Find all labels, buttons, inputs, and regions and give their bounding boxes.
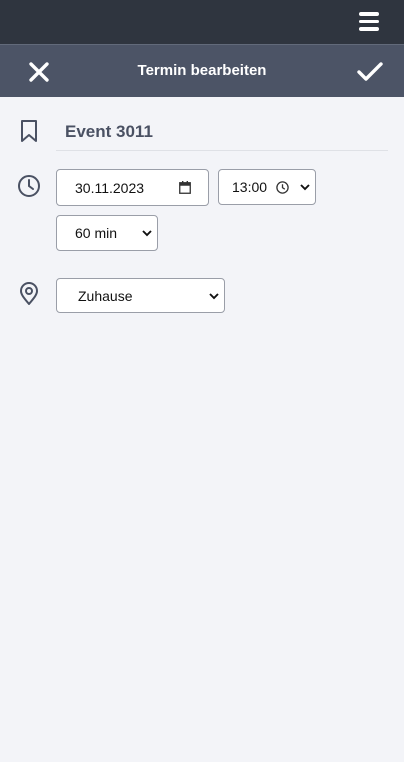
duration-value: 60 min (75, 225, 118, 241)
event-title[interactable]: Event 3011 (56, 113, 388, 151)
chevron-down-icon (300, 184, 310, 191)
clock-icon (17, 174, 41, 198)
confirm-button[interactable] (356, 59, 384, 85)
date-input[interactable]: 30.11.2023 (56, 169, 209, 206)
chevron-down-icon (209, 292, 219, 299)
location-select[interactable]: Zuhause (56, 278, 225, 313)
time-select[interactable]: 13:00 (218, 169, 316, 205)
duration-select[interactable]: 60 min (56, 215, 158, 251)
calendar-icon[interactable] (179, 181, 191, 194)
checkmark-icon (357, 62, 383, 81)
location-pin-icon (17, 282, 41, 306)
menu-button[interactable] (359, 12, 379, 32)
time-value: 13:00 (232, 179, 268, 195)
top-bar (0, 0, 404, 44)
date-value: 30.11.2023 (75, 179, 145, 196)
bookmark-icon (17, 119, 41, 143)
hamburger-icon (359, 12, 379, 16)
page-title: Termin bearbeiten (137, 62, 267, 79)
clock-icon[interactable] (276, 181, 289, 194)
edit-header: Termin bearbeiten (0, 44, 404, 97)
chevron-down-icon (142, 230, 152, 237)
location-value: Zuhause (78, 287, 133, 304)
